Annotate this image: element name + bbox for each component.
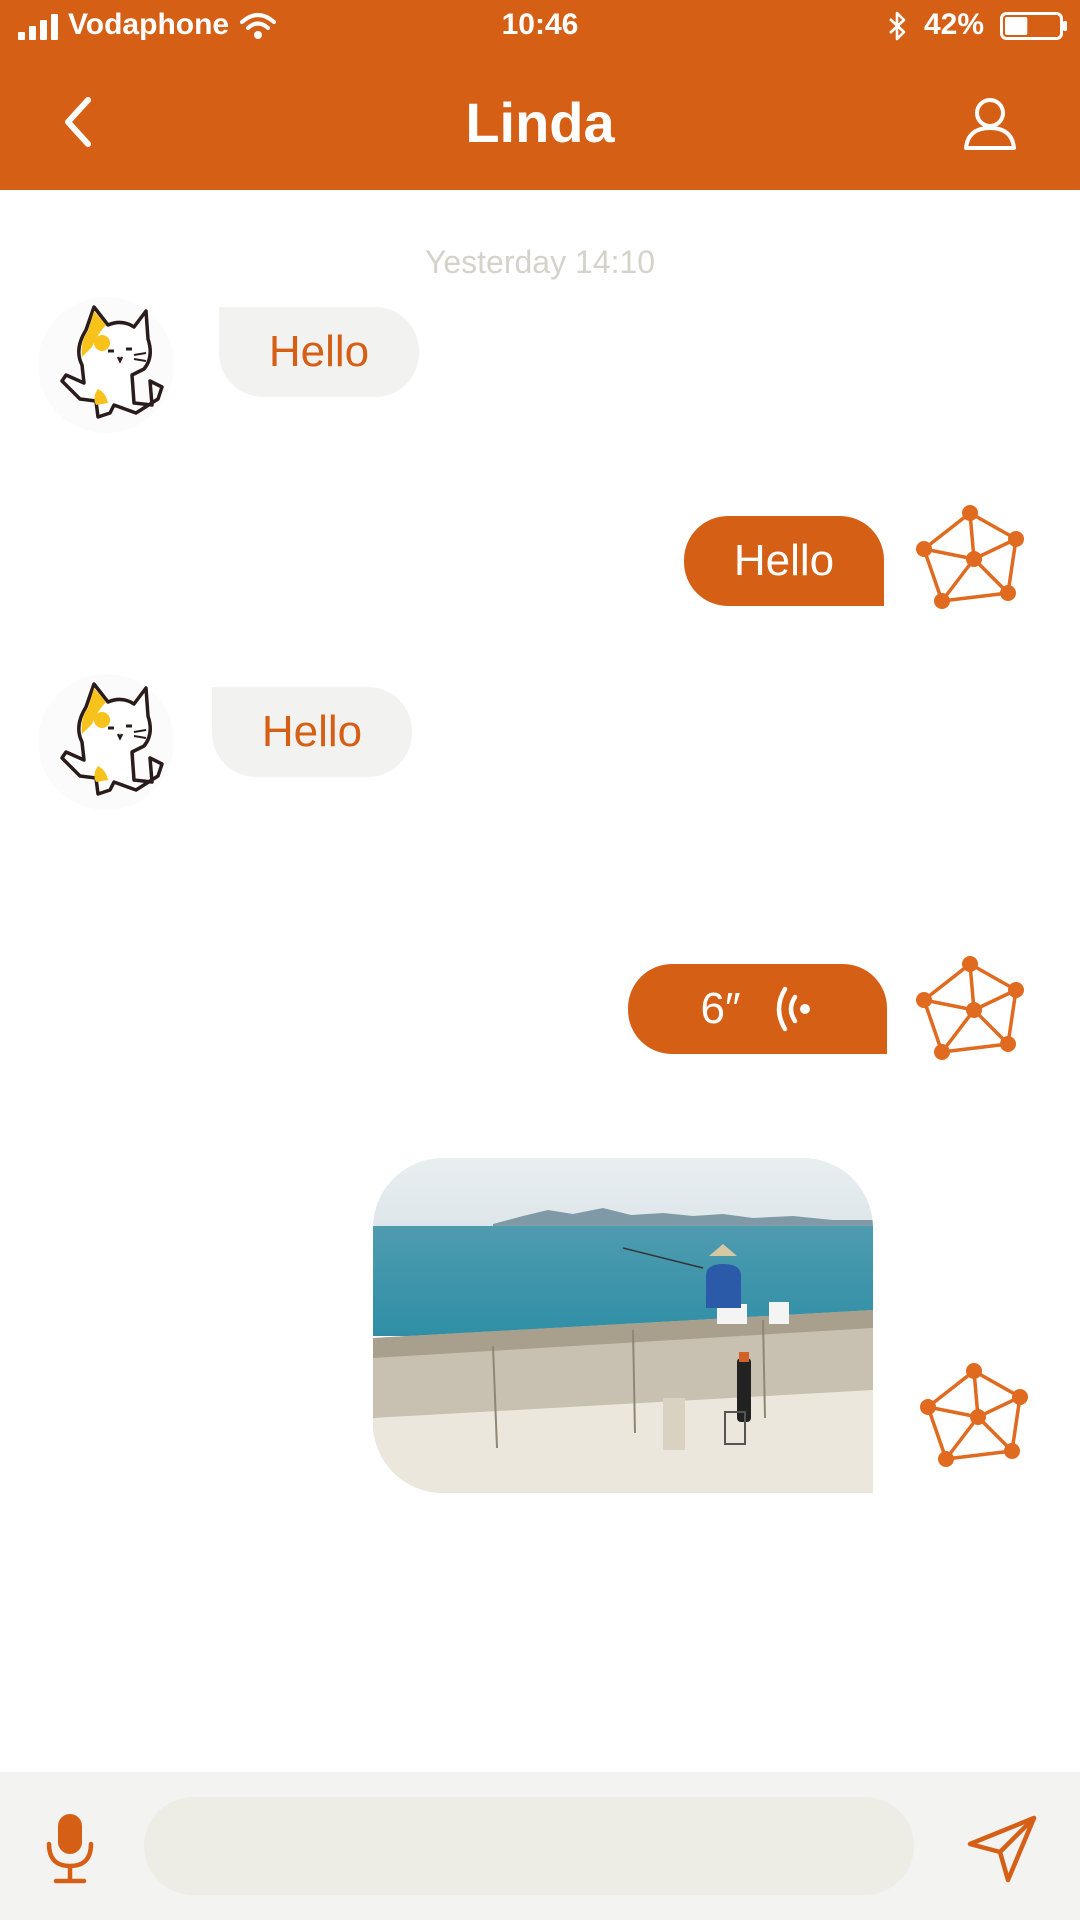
message-bubble-incoming[interactable]: Hello: [219, 307, 419, 397]
send-icon[interactable]: [966, 1814, 1038, 1884]
voice-duration: 6″: [700, 984, 741, 1033]
message-bubble-incoming[interactable]: Hello: [212, 687, 412, 777]
voice-wave-icon: [776, 986, 810, 1032]
cat-avatar[interactable]: [36, 672, 176, 812]
message-input[interactable]: [144, 1797, 914, 1895]
fishing-photo: [373, 1158, 873, 1493]
status-bar: Vodaphone 10:46 42%: [0, 0, 1080, 54]
bluetooth-icon: [889, 11, 906, 41]
status-time: 10:46: [501, 8, 579, 41]
header-bar: Vodaphone 10:46 42% Linda: [0, 0, 1080, 190]
voice-message-bubble[interactable]: 6″: [628, 964, 887, 1054]
network-avatar[interactable]: [906, 497, 1034, 625]
network-avatar[interactable]: [910, 1355, 1038, 1483]
battery-icon: [1000, 12, 1067, 40]
message-text: Hello: [733, 536, 835, 585]
message-timestamp: Yesterday 14:10: [424, 244, 656, 280]
chat-screen: Vodaphone 10:46 42% Linda Yesterday 14:1…: [0, 0, 1080, 1920]
message-bubble-outgoing[interactable]: Hello: [684, 516, 884, 606]
cat-avatar[interactable]: [36, 295, 176, 435]
page-title: Linda: [465, 91, 615, 154]
message-text: Hello: [261, 707, 363, 756]
image-message[interactable]: [373, 1158, 873, 1493]
battery-percentage: 42%: [924, 8, 985, 41]
message-composer: [0, 1772, 1080, 1920]
message-text: Hello: [268, 327, 370, 376]
microphone-icon[interactable]: [44, 1812, 96, 1884]
network-avatar[interactable]: [906, 948, 1034, 1076]
user-icon[interactable]: [962, 96, 1018, 152]
